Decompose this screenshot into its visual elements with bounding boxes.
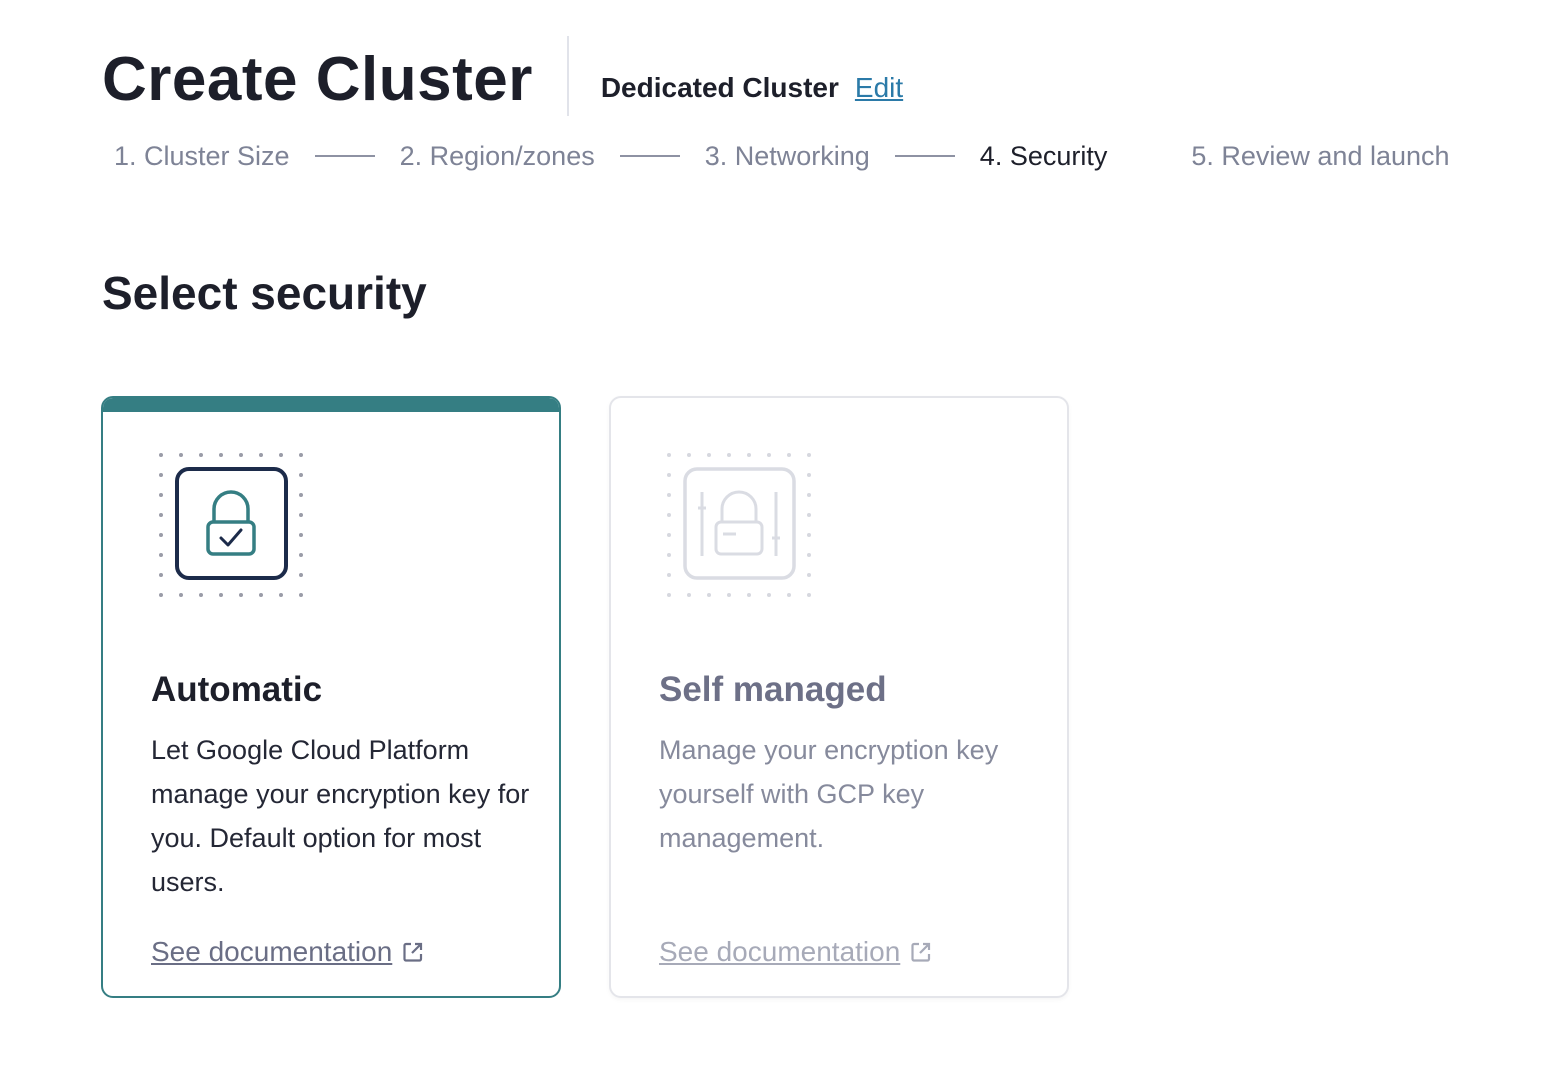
page-header: Create Cluster Dedicated Cluster Edit	[102, 36, 903, 116]
option-card-self-managed[interactable]: Self managed Manage your encryption key …	[609, 396, 1069, 998]
progress-stepper: 1. Cluster Size 2. Region/zones 3. Netwo…	[114, 138, 1450, 174]
option-title: Automatic	[151, 670, 323, 709]
external-link-icon	[910, 941, 932, 963]
see-documentation-link[interactable]: See documentation	[151, 936, 424, 968]
header-divider	[566, 36, 569, 116]
selected-indicator-bar	[103, 398, 559, 412]
step-review-launch[interactable]: 5. Review and launch	[1191, 141, 1449, 172]
option-title: Self managed	[659, 670, 887, 709]
step-cluster-size[interactable]: 1. Cluster Size	[114, 141, 290, 172]
option-description: Let Google Cloud Platform manage your en…	[151, 735, 530, 897]
doc-link-label: See documentation	[151, 936, 393, 967]
lock-sliders-icon	[666, 452, 812, 598]
step-security[interactable]: 4. Security	[980, 141, 1108, 172]
doc-link-label: See documentation	[659, 936, 901, 967]
cluster-type-label: Dedicated Cluster	[600, 72, 839, 103]
see-documentation-link[interactable]: See documentation	[659, 936, 932, 968]
option-description: Manage your encryption key yourself with…	[659, 735, 999, 853]
lock-check-icon	[158, 452, 304, 598]
option-card-automatic[interactable]: Automatic Let Google Cloud Platform mana…	[101, 396, 561, 998]
step-networking[interactable]: 3. Networking	[705, 141, 870, 172]
step-connector	[314, 155, 375, 157]
page-title: Create Cluster	[102, 45, 533, 114]
edit-link[interactable]: Edit	[855, 72, 903, 104]
external-link-icon	[402, 941, 424, 963]
step-connector	[619, 155, 680, 157]
step-region-zones[interactable]: 2. Region/zones	[400, 141, 595, 172]
step-connector	[894, 155, 955, 157]
section-title: Select security	[102, 267, 427, 319]
